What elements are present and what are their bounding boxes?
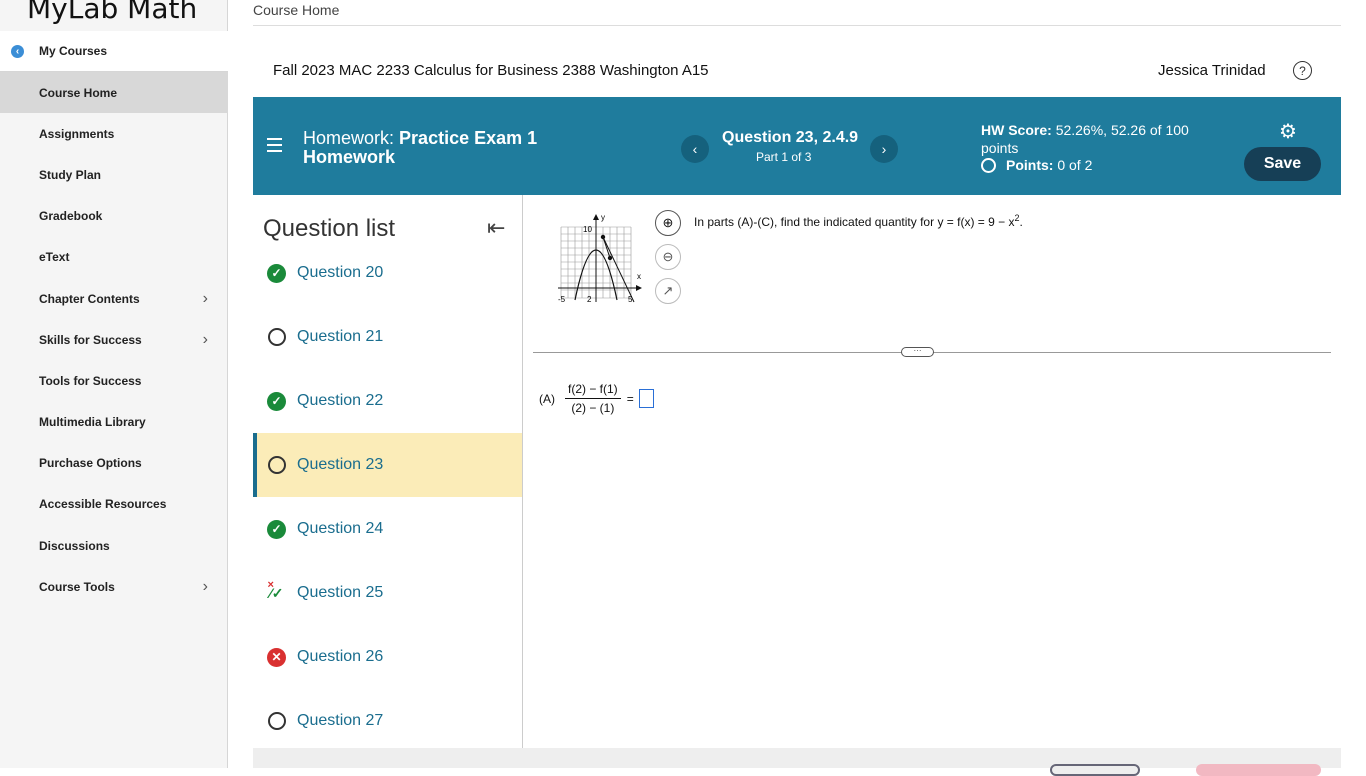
sidebar-item-chapter-contents[interactable]: Chapter Contents › bbox=[0, 278, 228, 319]
check-icon: ✓ bbox=[267, 263, 286, 283]
my-courses-link[interactable]: ‹ My Courses bbox=[0, 31, 228, 72]
footer-bar bbox=[253, 748, 1341, 776]
difference-quotient: f(2) − f(1) (2) − (1) bbox=[565, 382, 621, 415]
sidebar-item-purchase-options[interactable]: Purchase Options bbox=[0, 443, 228, 484]
chevron-right-icon: › bbox=[202, 577, 208, 595]
sidebar-item-study-plan[interactable]: Study Plan bbox=[0, 154, 228, 195]
empty-circle-icon bbox=[267, 712, 286, 730]
question-list-panel: Question list ⇤ ✓ Question 20 Question 21… bbox=[253, 195, 523, 748]
save-button[interactable]: Save bbox=[1244, 147, 1321, 181]
question-list: ✓ Question 20 Question 21 ✓ Question 22 Qu… bbox=[253, 241, 522, 753]
zoom-in-icon[interactable]: ⊕ bbox=[655, 210, 681, 236]
footer-button[interactable] bbox=[1050, 764, 1140, 776]
question-number: Question 23, 2.4.9 bbox=[722, 129, 859, 146]
gear-icon[interactable]: ⚙ bbox=[1279, 119, 1297, 144]
x-axis-label: x bbox=[637, 272, 641, 281]
sidebar-item-etext[interactable]: eText bbox=[0, 237, 228, 278]
x-tick-label: 5 bbox=[628, 295, 633, 304]
equals-sign: = bbox=[626, 391, 634, 406]
y-axis-label: y bbox=[601, 213, 605, 222]
sidebar-item-course-tools[interactable]: Course Tools › bbox=[0, 566, 228, 607]
resize-handle[interactable]: ··· bbox=[901, 347, 934, 357]
breadcrumb-divider bbox=[253, 25, 1341, 26]
breadcrumb[interactable]: Course Home bbox=[253, 2, 339, 18]
y-tick-label: 10 bbox=[583, 225, 592, 234]
function-graph[interactable]: y x 10 -5 2 5 bbox=[556, 212, 648, 307]
question-list-item[interactable]: ✓ Question 20 bbox=[253, 241, 522, 305]
user-name[interactable]: Jessica Trinidad bbox=[1158, 62, 1266, 79]
prev-question-button[interactable]: ‹ bbox=[681, 135, 709, 163]
question-prompt: In parts (A)-(C), find the indicated qua… bbox=[694, 213, 1023, 229]
question-list-title: Question list bbox=[263, 215, 396, 242]
question-list-item[interactable]: Question 27 bbox=[253, 689, 522, 753]
question-list-item[interactable]: ✓ Question 22 bbox=[253, 369, 522, 433]
sidebar-item-course-home[interactable]: Course Home bbox=[0, 72, 228, 114]
part-a-label: (A) bbox=[539, 391, 555, 406]
question-list-item[interactable]: ✕ Question 26 bbox=[253, 625, 522, 689]
sidebar-item-tools-for-success[interactable]: Tools for Success bbox=[0, 360, 228, 401]
answer-input[interactable] bbox=[638, 389, 654, 408]
back-chevron-icon: ‹ bbox=[11, 44, 24, 58]
status-circle-icon bbox=[981, 157, 996, 173]
brand-logo: MyLab Math bbox=[27, 0, 198, 25]
sidebar-item-accessible-resources[interactable]: Accessible Resources bbox=[0, 484, 228, 525]
sidebar-item-skills-for-success[interactable]: Skills for Success › bbox=[0, 319, 228, 360]
question-list-item[interactable]: Question 21 bbox=[253, 305, 522, 369]
collapse-panel-icon[interactable]: ⇤ bbox=[487, 215, 505, 241]
open-external-icon[interactable]: ↗ bbox=[655, 278, 681, 304]
partial-credit-icon: × ⁄✓ bbox=[267, 578, 284, 601]
check-icon: ✓ bbox=[267, 391, 286, 411]
zoom-out-icon[interactable]: ⊖ bbox=[655, 244, 681, 270]
homework-title: Homework: Practice Exam 1 Homework bbox=[303, 128, 538, 167]
empty-circle-icon bbox=[267, 328, 286, 346]
next-question-button[interactable]: › bbox=[870, 135, 898, 163]
footer-button[interactable] bbox=[1196, 764, 1321, 776]
question-part: Part 1 of 3 bbox=[756, 150, 812, 164]
empty-circle-icon bbox=[267, 456, 286, 474]
question-points: Points: 0 of 2 bbox=[981, 157, 1092, 173]
chevron-right-icon: › bbox=[202, 289, 208, 307]
sidebar-item-assignments[interactable]: Assignments bbox=[0, 113, 228, 154]
sidebar: MyLab Math ‹ My Courses Course Home Assi… bbox=[0, 0, 228, 768]
chevron-right-icon: › bbox=[202, 330, 208, 348]
fraction-denominator: (2) − (1) bbox=[571, 401, 615, 415]
my-courses-label: My Courses bbox=[39, 44, 108, 58]
sidebar-nav: Course Home Assignments Study Plan Grade… bbox=[0, 72, 228, 607]
sidebar-item-gradebook[interactable]: Gradebook bbox=[0, 196, 228, 237]
course-title: Fall 2023 MAC 2233 Calculus for Business… bbox=[273, 62, 709, 79]
check-icon: ✓ bbox=[267, 519, 286, 539]
question-list-item-current[interactable]: Question 23 bbox=[253, 433, 522, 497]
x-tick-label: 2 bbox=[587, 295, 592, 304]
question-list-item[interactable]: × ⁄✓ Question 25 bbox=[253, 561, 522, 625]
help-icon[interactable]: ? bbox=[1293, 61, 1312, 80]
sidebar-item-discussions[interactable]: Discussions bbox=[0, 525, 228, 566]
x-icon: ✕ bbox=[267, 647, 286, 667]
fraction-numerator: f(2) − f(1) bbox=[565, 382, 621, 399]
hw-score: HW Score: 52.26%, 52.26 of 100 points bbox=[981, 122, 1189, 156]
menu-icon[interactable] bbox=[267, 138, 282, 156]
homework-bar: Homework: Practice Exam 1 Homework ‹ Que… bbox=[253, 97, 1341, 195]
sidebar-item-multimedia-library[interactable]: Multimedia Library bbox=[0, 402, 228, 443]
part-a: (A) f(2) − f(1) (2) − (1) = bbox=[539, 382, 654, 415]
x-tick-label: -5 bbox=[558, 295, 566, 304]
question-list-item[interactable]: ✓ Question 24 bbox=[253, 497, 522, 561]
